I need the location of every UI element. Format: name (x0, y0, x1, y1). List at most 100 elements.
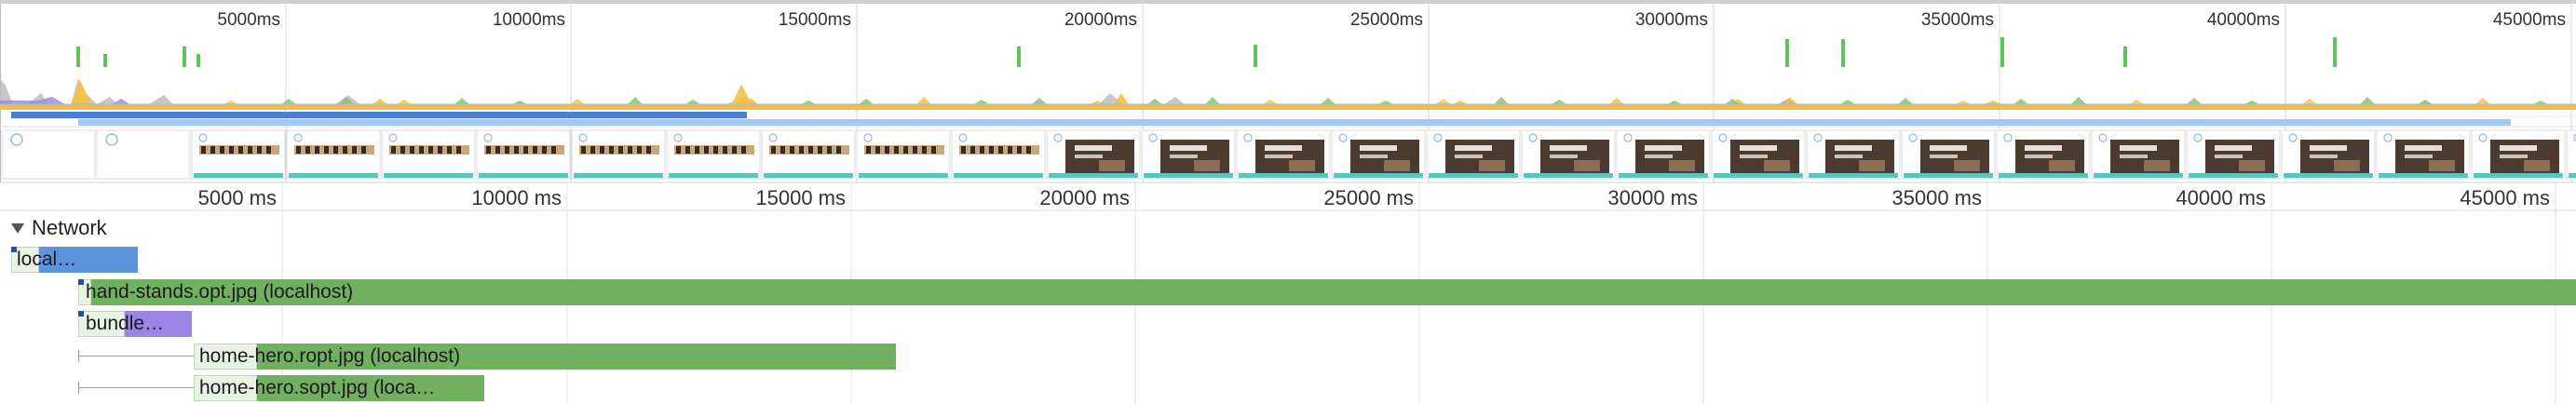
frame-thumbnail[interactable] (96, 129, 191, 180)
overview-tick-label: 40000ms (2207, 10, 2280, 30)
thumbnail-photo-detail (1099, 160, 1125, 171)
thumbnail-photo-text (1550, 155, 1578, 158)
thumbnail-photo-detail (2429, 160, 2455, 171)
thumbnail-stripe (266, 146, 271, 154)
activity-bump (2360, 97, 2375, 104)
frame-thumbnail[interactable] (761, 129, 856, 180)
thumbnail-stripe (400, 146, 405, 154)
thumbnail-photo-detail (1764, 160, 1790, 171)
frame-thumbnail[interactable] (1236, 129, 1331, 180)
thumbnail-stripe (1008, 146, 1012, 154)
thumbnail-stripe (533, 146, 537, 154)
frame-thumbnail[interactable] (1426, 129, 1521, 180)
activity-bump (1667, 101, 1682, 104)
thumbnail-photo-text (1930, 145, 1967, 151)
frame-thumbnail[interactable] (1, 129, 96, 180)
fps-spike (2333, 37, 2337, 67)
request-queue-cap (78, 350, 79, 362)
thumbnail-stripe (628, 146, 632, 154)
thumbnail-stripe (305, 146, 310, 154)
frame-thumbnail[interactable] (666, 129, 761, 180)
request-priority-marker (78, 311, 84, 316)
activity-bump (570, 99, 585, 104)
frame-thumbnail[interactable] (1331, 129, 1426, 180)
overview-chart[interactable]: 5000ms 10000ms 15000ms 20000ms 25000ms 30000m… (0, 0, 2576, 192)
thumbnail-stripe (790, 146, 794, 154)
thumbnail-stripe (333, 146, 338, 154)
request-label: local… (17, 249, 77, 270)
timeline-main[interactable]: 5000 ms 10000 ms 15000 ms 20000 ms 25000 ms 3… (0, 182, 2576, 404)
thumbnail-stripe (998, 146, 1003, 154)
frame-thumbnail[interactable] (2376, 129, 2471, 180)
thumbnail-stripe (352, 146, 357, 154)
frame-thumbnail[interactable] (381, 129, 476, 180)
frame-thumbnail[interactable] (1996, 129, 2091, 180)
thumbnail-photo-text (1455, 145, 1492, 151)
main-tick-label: 35000 ms (1891, 186, 1982, 209)
thumbnail-stripe (248, 146, 252, 154)
thumbnail-stripe (391, 146, 396, 154)
network-request-row[interactable]: hand-stands.opt.jpg (localhost) (0, 279, 2576, 305)
frame-thumbnail[interactable] (2471, 129, 2566, 180)
timeline-overview[interactable]: 5000ms 10000ms 15000ms 20000ms 25000ms 30000m… (0, 0, 2576, 192)
thumbnail-photo-text (1740, 155, 1768, 158)
network-request-row[interactable]: home-hero.sopt.jpg (loca… (0, 375, 2576, 401)
network-request-row[interactable]: local… (0, 247, 2576, 273)
thumbnail-photo-detail (2239, 160, 2265, 171)
frame-thumbnail[interactable] (191, 129, 286, 180)
frame-thumbnail[interactable] (1711, 129, 1806, 180)
frame-thumbnail[interactable] (1521, 129, 1616, 180)
fps-spike (1017, 47, 1021, 67)
thumbnail-stripe (799, 146, 804, 154)
frame-thumbnail[interactable] (1046, 129, 1141, 180)
thumbnail-stripe (704, 146, 709, 154)
frame-thumbnail[interactable] (1806, 129, 1901, 180)
thumbnail-stripe (238, 146, 243, 154)
thumbnail-photo-text (1170, 145, 1207, 151)
thumbnail-stripe (894, 146, 899, 154)
activity-bump (1956, 101, 1971, 104)
thumbnail-stripe (913, 146, 917, 154)
frame-thumbnail[interactable] (2186, 129, 2281, 180)
thumbnail-photo-text (2025, 155, 2053, 158)
network-request-row[interactable]: bundle… (0, 311, 2576, 337)
activity-bump (397, 100, 412, 104)
network-request-row[interactable]: home-hero.ropt.jpg (localhost) (0, 343, 2576, 370)
thumbnail-stripe (922, 146, 927, 154)
collapse-triangle-icon[interactable] (11, 222, 24, 234)
thumbnail-stripe (676, 146, 681, 154)
frame-thumbnail[interactable] (2091, 129, 2186, 180)
thumbnail-photo-text (2310, 145, 2347, 151)
request-label: home-hero.ropt.jpg (localhost) (199, 345, 461, 367)
overview-tick-label: 10000ms (493, 10, 565, 30)
activity-bump (974, 100, 989, 104)
thumbnail-photo-text (2500, 145, 2537, 151)
frame-thumbnail[interactable] (2281, 129, 2376, 180)
frame-thumbnail[interactable] (1616, 129, 1711, 180)
thumbnail-stripe (220, 146, 224, 154)
request-queue-line (78, 387, 194, 388)
frame-thumbnail[interactable] (1141, 129, 1236, 180)
thumbnail-photo-text (1265, 155, 1293, 158)
thumbnail-photo-detail (2144, 160, 2170, 171)
frame-thumbnail[interactable] (1901, 129, 1996, 180)
frame-thumbnail[interactable] (476, 129, 571, 180)
request-label: home-hero.sopt.jpg (loca… (199, 377, 436, 398)
frame-thumbnail[interactable] (571, 129, 666, 180)
frame-thumbnail[interactable] (856, 129, 951, 180)
network-track-header[interactable]: Network (11, 216, 107, 240)
thumbnail-stripe (875, 146, 880, 154)
fps-spike (103, 54, 107, 67)
overview-tick-label: 5000ms (217, 10, 280, 30)
frame-thumbnail[interactable] (2566, 129, 2576, 180)
thumbnail-bottom-band (2379, 173, 2468, 178)
thumbnail-bottom-band (194, 173, 283, 178)
thumbnail-photo-detail (1479, 160, 1505, 171)
frame-thumbnail[interactable] (951, 129, 1046, 180)
fps-spike (1841, 39, 1845, 67)
thumbnail-photo-text (1265, 145, 1302, 151)
thumbnail-bottom-band (1714, 173, 1803, 178)
frame-thumbnail[interactable] (286, 129, 381, 180)
overview-tick-label: 45000ms (2493, 10, 2566, 30)
request-download-segment (91, 279, 2576, 305)
